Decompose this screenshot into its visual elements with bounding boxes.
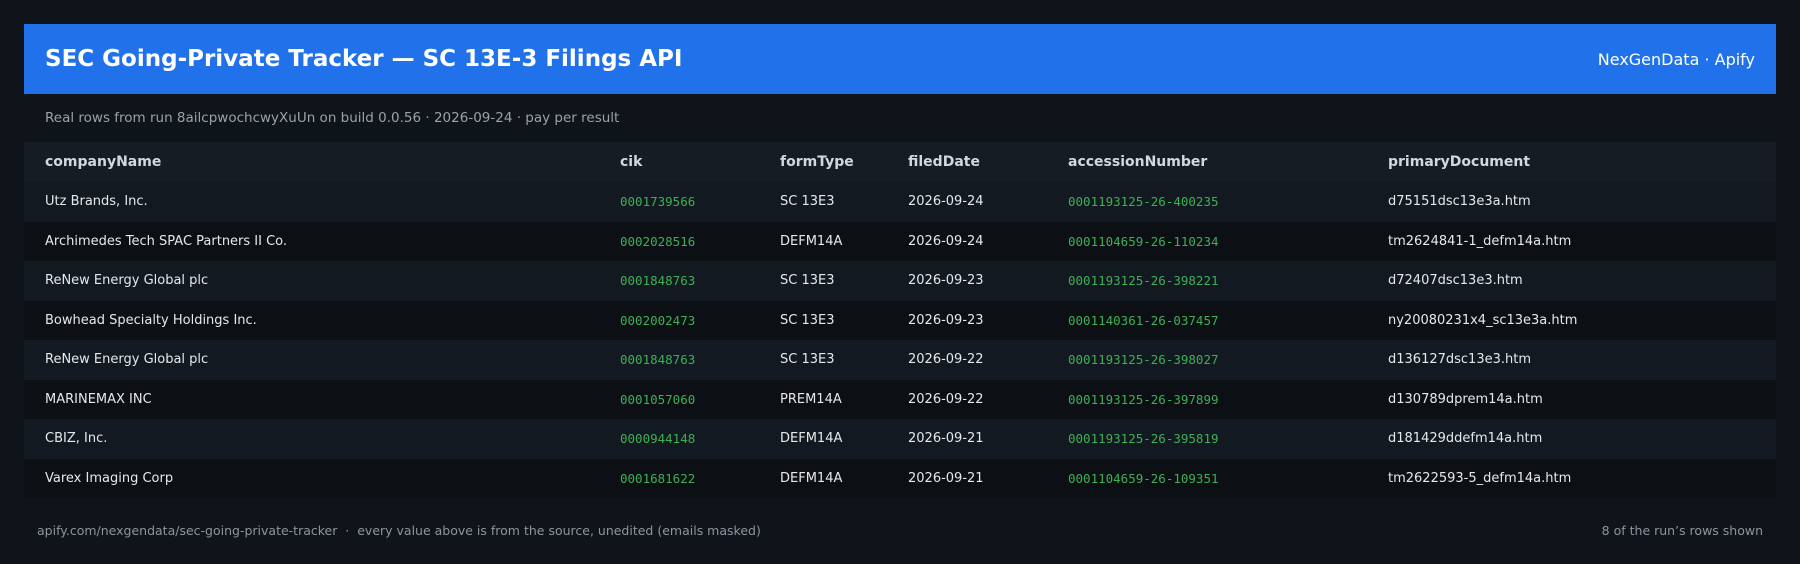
filed-date-cell: 2026-09-22 (908, 352, 984, 368)
table-row: Archimedes Tech SPAC Partners II Co. 0002… (24, 221, 1776, 261)
footer: apify.com/nexgendata/sec-going-private-t… (0, 496, 1800, 564)
column-header-accession-number: accessionNumber (1068, 154, 1208, 170)
column-header-form-type: formType (780, 154, 854, 170)
table-row: Utz Brands, Inc. 0001739566 SC 13E3 2026-09… (24, 182, 1776, 222)
table-row: ReNew Energy Global plc 0001848763 SC 13E3… (24, 340, 1776, 380)
accession-number-cell: 0001193125-26-400235 (1068, 194, 1219, 210)
company-name-cell: Bowhead Specialty Holdings Inc. (45, 312, 257, 328)
cik-cell: 0001739566 (620, 194, 696, 210)
table-row: Bowhead Specialty Holdings Inc. 000200247… (24, 300, 1776, 340)
filed-date-cell: 2026-09-23 (908, 312, 984, 328)
column-header-company-name: companyName (45, 154, 162, 170)
company-name-cell: Archimedes Tech SPAC Partners II Co. (45, 233, 288, 249)
cik-cell: 0002002473 (620, 312, 696, 328)
form-type-cell: SC 13E3 (780, 352, 835, 368)
accession-number-cell: 0001193125-26-395819 (1068, 431, 1219, 447)
column-header-primary-document: primaryDocument (1388, 154, 1531, 170)
primary-document-cell: d181429ddefm14a.htm (1388, 431, 1543, 447)
accession-number-cell: 0001193125-26-397899 (1068, 391, 1219, 407)
run-info: Real rows from run 8ailcpwochcwyXuUn on … (45, 110, 620, 126)
form-type-cell: SC 13E3 (780, 273, 835, 289)
filed-date-cell: 2026-09-21 (908, 431, 984, 447)
cik-cell: 0001848763 (620, 273, 696, 289)
tracker-panel: SEC Going-Private Tracker — SC 13E-3 Fil… (24, 24, 1776, 498)
primary-document-cell: d130789dprem14a.htm (1388, 391, 1543, 407)
filings-table: companyName cik formType filedDate acces… (24, 142, 1776, 498)
column-header-cik: cik (620, 154, 643, 170)
table-header-row: companyName cik formType filedDate acces… (24, 142, 1776, 182)
filed-date-cell: 2026-09-23 (908, 273, 984, 289)
filed-date-cell: 2026-09-24 (908, 233, 984, 249)
footer-row-count: 8 of the run’s rows shown (1601, 522, 1763, 538)
primary-document-cell: d136127dsc13e3.htm (1388, 352, 1531, 368)
table-row: CBIZ, Inc. 0000944148 DEFM14A 2026-09-21 000… (24, 419, 1776, 459)
company-name-cell: CBIZ, Inc. (45, 431, 108, 447)
company-name-cell: ReNew Energy Global plc (45, 273, 209, 289)
footer-source-note: apify.com/nexgendata/sec-going-private-t… (37, 522, 761, 538)
filed-date-cell: 2026-09-22 (908, 391, 984, 407)
cik-cell: 0002028516 (620, 233, 696, 249)
primary-document-cell: tm2622593-5_defm14a.htm (1388, 470, 1572, 486)
cik-cell: 0001681622 (620, 470, 696, 486)
form-type-cell: SC 13E3 (780, 194, 835, 210)
cik-cell: 0000944148 (620, 431, 696, 447)
form-type-cell: DEFM14A (780, 431, 843, 447)
primary-document-cell: tm2624841-1_defm14a.htm (1388, 233, 1572, 249)
company-name-cell: Utz Brands, Inc. (45, 194, 148, 210)
primary-document-cell: d75151dsc13e3a.htm (1388, 194, 1531, 210)
brand-label: NexGenData · Apify (1597, 49, 1755, 69)
accession-number-cell: 0001140361-26-037457 (1068, 312, 1219, 328)
accession-number-cell: 0001193125-26-398221 (1068, 273, 1219, 289)
primary-document-cell: ny20080231x4_sc13e3a.htm (1388, 312, 1578, 328)
accession-number-cell: 0001104659-26-109351 (1068, 470, 1219, 486)
header-bar: SEC Going-Private Tracker — SC 13E-3 Fil… (24, 24, 1776, 94)
table-row: Varex Imaging Corp 0001681622 DEFM14A 2026-… (24, 458, 1776, 498)
table-row: MARINEMAX INC 0001057060 PREM14A 2026-09-22… (24, 379, 1776, 419)
table-row: ReNew Energy Global plc 0001848763 SC 13E3… (24, 261, 1776, 301)
filed-date-cell: 2026-09-21 (908, 470, 984, 486)
table-body: Utz Brands, Inc. 0001739566 SC 13E3 2026-09… (24, 182, 1776, 498)
company-name-cell: Varex Imaging Corp (45, 470, 174, 486)
form-type-cell: SC 13E3 (780, 312, 835, 328)
company-name-cell: MARINEMAX INC (45, 391, 152, 407)
cik-cell: 0001848763 (620, 352, 696, 368)
form-type-cell: PREM14A (780, 391, 842, 407)
accession-number-cell: 0001193125-26-398027 (1068, 352, 1219, 368)
form-type-cell: DEFM14A (780, 470, 843, 486)
primary-document-cell: d72407dsc13e3.htm (1388, 273, 1523, 289)
accession-number-cell: 0001104659-26-110234 (1068, 233, 1219, 249)
page-title: SEC Going-Private Tracker — SC 13E-3 Fil… (45, 46, 683, 72)
column-header-filed-date: filedDate (908, 154, 980, 170)
company-name-cell: ReNew Energy Global plc (45, 352, 209, 368)
cik-cell: 0001057060 (620, 391, 696, 407)
filed-date-cell: 2026-09-24 (908, 194, 984, 210)
form-type-cell: DEFM14A (780, 233, 843, 249)
